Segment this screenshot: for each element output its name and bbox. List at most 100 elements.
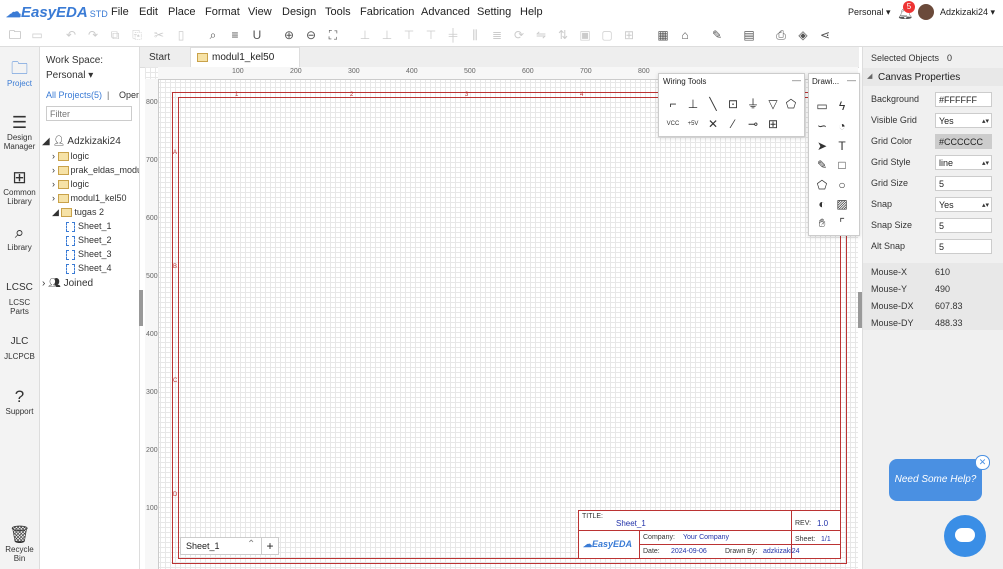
send-back-icon[interactable]: ▢ — [598, 26, 616, 44]
personal-dropdown[interactable]: Personal ▾ — [848, 7, 891, 18]
project-item-logic-2[interactable]: › logic — [52, 179, 89, 190]
menu-design[interactable]: Design — [282, 6, 316, 18]
help-bubble[interactable]: Need Some Help? — [889, 459, 982, 501]
fit-icon[interactable]: ⛶ — [324, 26, 342, 44]
all-projects-link[interactable]: All Projects(5) — [46, 90, 102, 100]
lcsc-parts-button[interactable]: LCSC LCSC Parts — [0, 278, 39, 316]
image-icon[interactable]: ▦ — [654, 26, 672, 44]
menu-edit[interactable]: Edit — [139, 6, 158, 18]
common-library-button[interactable]: ⊞ Common Library — [0, 168, 39, 206]
snap-select[interactable]: Yes — [935, 197, 992, 213]
net-port-icon[interactable]: ⬠ — [783, 96, 799, 112]
menu-fabrication[interactable]: Fabrication — [360, 6, 414, 18]
avatar[interactable] — [918, 4, 934, 20]
pin-icon[interactable]: ⊸ — [745, 116, 761, 132]
workspace-dropdown[interactable]: Personal ▾ — [46, 70, 93, 81]
lightning-icon[interactable]: ϟ — [834, 98, 850, 114]
support-button[interactable]: ? Support — [0, 387, 39, 416]
project-item-modul1[interactable]: › modul1_kel50 — [52, 193, 127, 204]
group-icon[interactable]: ⊞ — [620, 26, 638, 44]
grid-size-input[interactable]: 5 — [935, 176, 992, 191]
snap-size-input[interactable]: 5 — [935, 218, 992, 233]
open-link[interactable]: Open — [119, 90, 139, 100]
right-panel-collapse-handle[interactable] — [858, 292, 862, 328]
project-item-prak-eldas[interactable]: › prak_eldas_modul — [52, 165, 139, 176]
menu-setting[interactable]: Setting — [477, 6, 511, 18]
sheet-item-3[interactable]: Sheet_3 — [66, 249, 112, 260]
probe-icon[interactable]: ⁄ — [725, 116, 741, 132]
minimize-icon[interactable]: — — [847, 75, 856, 85]
menu-place[interactable]: Place — [168, 6, 196, 18]
jlcpcb-button[interactable]: JLC JLCPCB — [0, 332, 39, 361]
bring-front-icon[interactable]: ▣ — [576, 26, 594, 44]
polygon-icon[interactable]: ⬠ — [814, 177, 830, 193]
menu-format[interactable]: Format — [205, 6, 240, 18]
corner-icon[interactable]: ⌜ — [834, 215, 850, 231]
arrow-icon[interactable]: ➤ — [814, 138, 830, 154]
close-icon[interactable]: ✕ — [975, 455, 990, 470]
minimize-icon[interactable]: — — [792, 75, 801, 85]
vcc-icon[interactable]: VCC — [665, 116, 681, 132]
grid-style-select[interactable]: line — [935, 155, 992, 171]
app-logo[interactable]: ☁EasyEDA STD — [6, 3, 108, 21]
align-bottom-icon[interactable]: ⊤ — [422, 26, 440, 44]
pencil-icon[interactable]: ✎ — [814, 157, 830, 173]
menu-advanced[interactable]: Advanced — [421, 6, 470, 18]
library-button[interactable]: ⌕ Library — [0, 223, 39, 252]
bom-icon[interactable]: ▤ — [740, 26, 758, 44]
menu-tools[interactable]: Tools — [325, 6, 351, 18]
background-input[interactable]: #FFFFFF — [935, 92, 992, 107]
distribute-h-icon[interactable]: ⫼ — [466, 26, 484, 44]
copy-icon[interactable]: ⧉ — [106, 26, 124, 44]
square-icon[interactable]: □ — [834, 157, 850, 173]
panel-collapse-handle[interactable] — [139, 290, 143, 326]
text-icon[interactable]: T — [834, 138, 850, 154]
ground-icon[interactable]: ⏚ — [745, 96, 761, 112]
recycle-bin-button[interactable]: 🗑︎ Recycle Bin — [0, 525, 39, 563]
user-tree-node[interactable]: ◢ 👤︎ Adzkizaki24 — [42, 136, 121, 147]
filter-input[interactable] — [46, 106, 132, 121]
arc-icon[interactable]: ◔ — [834, 118, 850, 134]
flip-h-icon[interactable]: ⇋ — [532, 26, 550, 44]
circle-icon[interactable]: ○ — [834, 177, 850, 193]
alt-snap-input[interactable]: 5 — [935, 239, 992, 254]
bezier-icon[interactable]: ∽ — [814, 118, 830, 134]
convert-pcb-icon[interactable]: ⌂ — [676, 26, 694, 44]
sheet-item-4[interactable]: Sheet_4 — [66, 263, 112, 274]
chat-button[interactable] — [944, 515, 986, 557]
design-manager-button[interactable]: ☰ Design Manager — [0, 113, 39, 151]
sheet-item-2[interactable]: Sheet_2 — [66, 235, 112, 246]
bus-entry-icon[interactable]: ╲ — [705, 96, 721, 112]
save-icon[interactable]: ▭ — [28, 26, 46, 44]
paste-icon[interactable]: ⎘ — [128, 26, 146, 44]
search-icon[interactable]: ⌕ — [204, 26, 222, 44]
align-right-icon[interactable]: ⊥ — [378, 26, 396, 44]
image-tool-icon[interactable]: ▨ — [834, 196, 850, 212]
distribute-v-icon[interactable]: ≣ — [488, 26, 506, 44]
project-button[interactable]: 🗀 Project — [0, 59, 39, 88]
cut-icon[interactable]: ✂ — [150, 26, 168, 44]
joined-tree-node[interactable]: › 👥︎ Joined — [42, 278, 93, 289]
delete-icon[interactable]: ▯ — [172, 26, 190, 44]
no-connect-icon[interactable]: ✕ — [705, 116, 721, 132]
tab-modul1[interactable]: modul1_kel50 — [190, 47, 300, 67]
gnd-icon[interactable]: ▽ — [765, 96, 781, 112]
align-center-icon[interactable]: ╪ — [444, 26, 462, 44]
visible-grid-select[interactable]: Yes — [935, 113, 992, 129]
align-left-icon[interactable]: ⊥ — [356, 26, 374, 44]
find-replace-icon[interactable]: ≡ — [226, 26, 244, 44]
add-sheet-button[interactable]: + — [261, 537, 279, 555]
open-icon[interactable]: 🗀 — [6, 26, 24, 44]
rotate-icon[interactable]: ⟳ — [510, 26, 528, 44]
net-label-icon[interactable]: U — [248, 26, 266, 44]
wire-icon[interactable]: ⌐ — [665, 96, 681, 112]
share-icon[interactable]: ⋖ — [816, 26, 834, 44]
zoom-out-icon[interactable]: ⊖ — [302, 26, 320, 44]
grid-color-input[interactable]: #CCCCCC — [935, 134, 992, 149]
menu-help[interactable]: Help — [520, 6, 543, 18]
zoom-in-icon[interactable]: ⊕ — [280, 26, 298, 44]
pie-icon[interactable]: ◐ — [814, 196, 830, 212]
align-top-icon[interactable]: ⊤ — [400, 26, 418, 44]
tab-start[interactable]: Start — [149, 52, 170, 63]
sheet-tab[interactable]: Sheet_1 ⌃ — [180, 537, 262, 555]
